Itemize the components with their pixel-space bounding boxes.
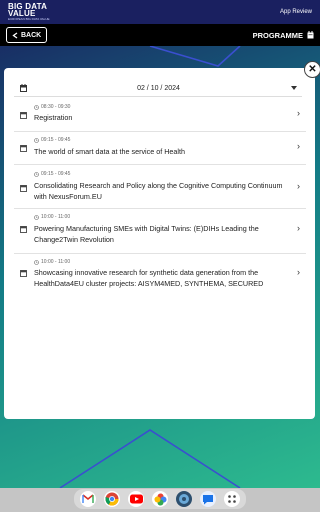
app-icon[interactable] [176, 491, 192, 507]
session-time: 09:15 - 09:45 [34, 137, 70, 143]
clock-icon [34, 137, 39, 143]
apps-grid-icon[interactable] [224, 491, 240, 507]
caret-down-icon [290, 86, 297, 90]
calendar-icon [20, 185, 27, 192]
session-time: 09:15 - 09:45 [34, 171, 70, 177]
app-review-link[interactable]: App Review [280, 9, 312, 15]
session-time-text: 09:15 - 09:45 [41, 171, 71, 177]
selected-date: 02 / 10 / 2024 [137, 84, 180, 92]
session-item[interactable]: 09:15 - 09:45 The world of smart data at… [14, 133, 306, 165]
big-data-value-logo: BIG DATA VALUE EUROPEAN BIG DATA VALUE [8, 3, 50, 22]
session-time: 10:00 - 11:00 [34, 259, 70, 265]
messages-icon[interactable] [200, 491, 216, 507]
session-item[interactable]: 10:00 - 11:00 Powering Manufacturing SME… [14, 210, 306, 254]
youtube-icon[interactable] [128, 491, 144, 507]
logo-line2: VALUE [8, 9, 36, 18]
session-time-text: 10:00 - 11:00 [41, 259, 71, 265]
back-button[interactable]: BACK [6, 27, 48, 43]
chevron-left-icon [12, 31, 18, 39]
session-title: The world of smart data at the service o… [34, 147, 186, 156]
session-title: Registration [34, 113, 73, 122]
calendar-icon [307, 31, 314, 39]
session-title: Showcasing innovative research for synth… [34, 268, 264, 288]
session-item[interactable]: 08:30 - 09:30 Registration › [14, 100, 306, 132]
session-item[interactable]: 10:00 - 11:00 Showcasing innovative rese… [14, 255, 306, 291]
session-time-text: 10:00 - 11:00 [41, 214, 71, 220]
date-selector[interactable]: 02 / 10 / 2024 [14, 80, 302, 97]
chevron-right-icon: › [297, 223, 300, 233]
clock-icon [34, 171, 39, 177]
session-time-text: 09:15 - 09:45 [41, 137, 71, 143]
calendar-icon [20, 226, 27, 233]
photos-icon[interactable] [152, 491, 168, 507]
chevron-right-icon: › [297, 267, 300, 277]
calendar-icon [20, 145, 27, 152]
chevron-right-icon: › [297, 181, 300, 191]
clock-icon [34, 259, 39, 265]
programme-label: PROGRAMME [252, 30, 303, 40]
session-time: 08:30 - 09:30 [34, 104, 70, 110]
clock-icon [34, 104, 39, 110]
calendar-icon [20, 270, 27, 277]
session-time-text: 08:30 - 09:30 [41, 104, 71, 110]
session-title: Powering Manufacturing SMEs with Digital… [34, 224, 259, 244]
chevron-right-icon: › [297, 141, 300, 151]
session-item[interactable]: 09:15 - 09:45 Consolidating Research and… [14, 167, 306, 209]
programme-title: PROGRAMME [253, 31, 314, 40]
session-title: Consolidating Research and Policy along … [34, 181, 283, 201]
session-time: 10:00 - 11:00 [34, 214, 70, 220]
calendar-icon [20, 112, 27, 119]
chevron-right-icon: › [297, 108, 300, 118]
calendar-icon [20, 84, 27, 92]
back-label: BACK [21, 31, 42, 39]
nav-bar: BACK PROGRAMME [0, 24, 320, 46]
clock-icon [34, 214, 39, 220]
app-header: BIG DATA VALUE EUROPEAN BIG DATA VALUE A… [0, 0, 320, 24]
logo-line3: EUROPEAN BIG DATA VALUE [8, 17, 50, 21]
gmail-icon[interactable] [80, 491, 96, 507]
chrome-icon[interactable] [104, 491, 120, 507]
close-icon[interactable]: ✕ [304, 61, 320, 78]
